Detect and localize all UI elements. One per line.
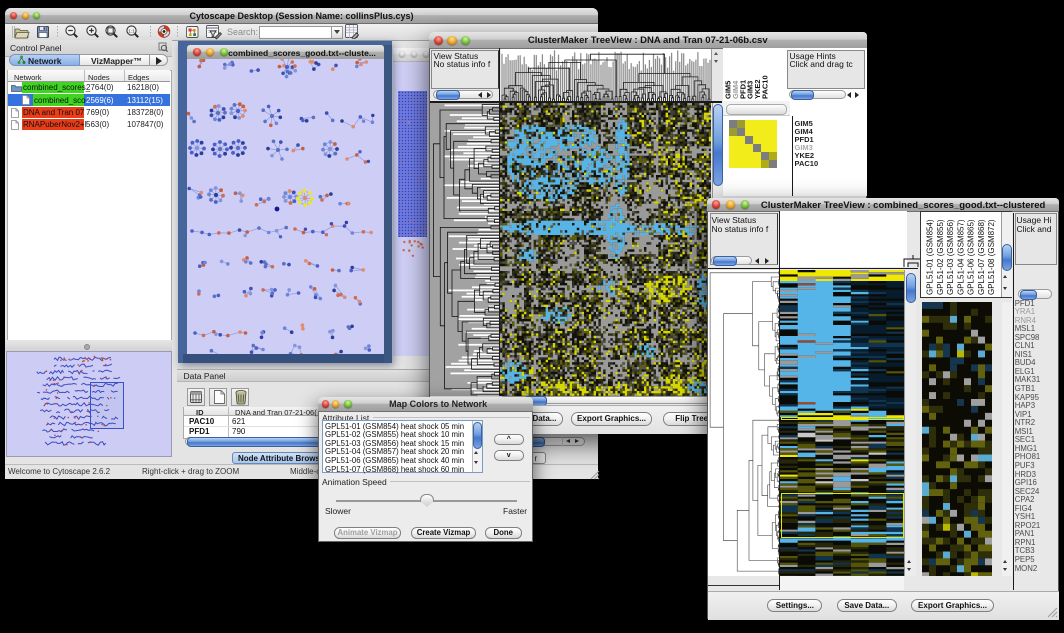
svg-text:GPL51-07 (GSM868): GPL51-07 (GSM868) bbox=[977, 219, 986, 295]
svg-text:GPL51-04 (GSM857): GPL51-04 (GSM857) bbox=[956, 219, 965, 295]
svg-text:1:1: 1:1 bbox=[128, 28, 135, 33]
svg-text:GPL51-03 (GSM856): GPL51-03 (GSM856) bbox=[946, 219, 955, 295]
svg-text:GPL51-08 (GSM872): GPL51-08 (GSM872) bbox=[987, 219, 996, 295]
svg-text:PAC10: PAC10 bbox=[760, 76, 769, 100]
svg-text:GPL51-02 (GSM855): GPL51-02 (GSM855) bbox=[936, 219, 945, 295]
svg-text:GPL51-06 (GSM865): GPL51-06 (GSM865) bbox=[967, 219, 976, 295]
svg-text:GPL51-01 (GSM854): GPL51-01 (GSM854) bbox=[926, 219, 935, 295]
